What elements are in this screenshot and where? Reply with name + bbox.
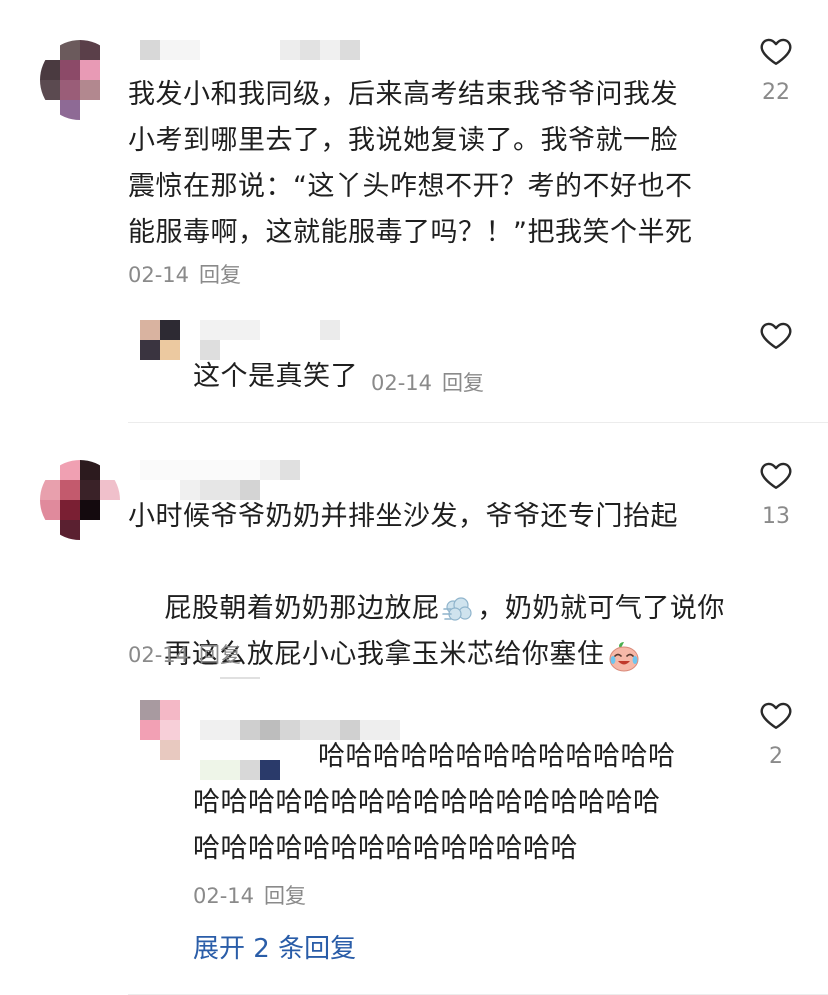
like-count: 22 (762, 80, 790, 105)
heart-outline-icon (760, 322, 792, 349)
comment-meta: 02-14 回复 (128, 259, 241, 289)
heart-outline-icon (760, 38, 792, 65)
reply-button[interactable]: 回复 (199, 643, 241, 667)
reply-like-button[interactable] (756, 697, 796, 733)
like-count: 13 (762, 504, 790, 529)
reply-date: 02-14 (371, 371, 433, 395)
avatar[interactable] (40, 40, 120, 120)
reply-like-count: 2 (769, 744, 783, 769)
comment-text-line-1: 小时候爷爷奶奶并排坐沙发，爷爷还专门抬起 (128, 501, 678, 532)
heart-outline-icon (760, 462, 792, 489)
reply-meta: 02-14 回复 (193, 880, 306, 910)
reply-meta: 02-14 回复 (371, 367, 484, 397)
reply-username-blurred[interactable] (200, 320, 340, 340)
reply-date: 02-14 (193, 884, 255, 908)
reply-button[interactable]: 回复 (264, 884, 306, 908)
reply-button[interactable]: 回复 (442, 371, 484, 395)
reply-button[interactable]: 回复 (199, 263, 241, 287)
comment-date: 02-14 (128, 643, 190, 667)
expand-replies-link[interactable]: 展开 2 条回复 (193, 928, 356, 965)
heart-outline-icon (760, 702, 792, 729)
laughing-crying-emoji-icon (606, 638, 642, 674)
comment-text: 我发小和我同级，后来高考结束我爷爷问我发 小考到哪里去了，我说她复读了。我爷就一… (128, 79, 693, 248)
avatar[interactable] (40, 460, 120, 540)
reply-text-line-1: 哈哈哈哈哈哈哈哈哈哈哈哈哈 (318, 741, 676, 772)
like-button[interactable] (756, 457, 796, 493)
reply-text-line-3: 哈哈哈哈哈哈哈哈哈哈哈哈哈哈 (193, 833, 578, 864)
reply-avatar[interactable] (140, 700, 180, 760)
like-button[interactable] (756, 33, 796, 69)
comment-date: 02-14 (128, 263, 190, 287)
reply-text: 这个是真笑了 (193, 361, 358, 392)
divider (128, 422, 828, 423)
reply-like-button[interactable] (756, 317, 796, 353)
comment-meta: 02-14 回复 (128, 639, 241, 669)
username-blurred[interactable] (140, 40, 360, 60)
username-blurred[interactable] (140, 460, 300, 480)
reply-avatar[interactable] (140, 320, 180, 360)
reply-text-line-2: 哈哈哈哈哈哈哈哈哈哈哈哈哈哈哈哈哈 (193, 787, 661, 818)
